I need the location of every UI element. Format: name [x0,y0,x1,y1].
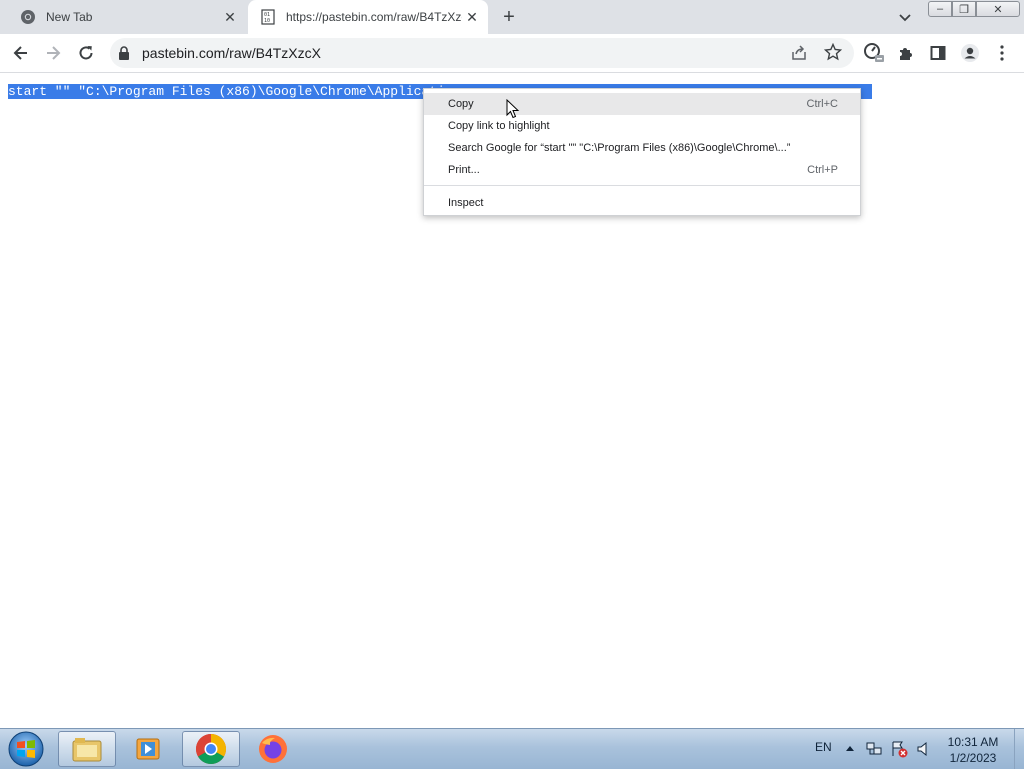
windows-start-icon[interactable] [6,730,46,768]
maximize-button[interactable]: ❐ [952,1,976,17]
network-icon[interactable] [866,741,882,757]
avatar-icon [961,44,979,62]
back-button[interactable] [9,41,33,65]
menu-item-print[interactable]: Print... Ctrl+P [424,159,860,181]
tab-close-button[interactable]: ✕ [462,7,482,27]
side-panel-button[interactable] [926,41,950,65]
menu-item-shortcut: Ctrl+P [807,164,838,176]
menu-item-label: Copy link to highlight [448,120,550,132]
context-menu: Copy Ctrl+C Copy link to highlight Searc… [423,88,861,216]
tab-pastebin[interactable]: 01 10 https://pastebin.com/raw/B4TzXzcX … [248,0,488,34]
system-clock[interactable]: 10:31 AM 1/2/2023 [936,734,1010,766]
chrome-icon [195,734,227,765]
speedometer-icon [864,43,884,62]
menu-separator [424,185,860,186]
action-center-icon[interactable] [890,740,908,758]
menu-item-label: Inspect [448,197,484,209]
menu-item-shortcut: Ctrl+C [806,98,838,110]
arrow-right-icon [47,46,61,60]
chevron-up-icon[interactable] [845,744,855,752]
tab-close-button[interactable]: ✕ [220,7,240,27]
tab-title: https://pastebin.com/raw/B4TzXzcX [286,10,462,24]
reload-icon [79,46,93,60]
clock-time: 10:31 AM [947,735,999,749]
taskbar-media-player[interactable] [120,731,178,767]
clock-date: 1/2/2023 [949,751,997,765]
chrome-icon [21,10,35,24]
lock-icon[interactable] [118,46,130,60]
close-window-button[interactable]: ✕ [976,1,1020,17]
url-text[interactable]: pastebin.com/raw/B4TzXzcX [142,45,321,61]
new-tab-button[interactable]: + [498,6,520,28]
firefox-icon [259,735,287,763]
menu-item-label: Copy [448,98,474,110]
taskbar-firefox[interactable] [244,731,302,767]
profile-button[interactable] [958,41,982,65]
address-bar[interactable]: pastebin.com/raw/B4TzXzcX [110,38,854,68]
star-icon[interactable] [824,43,842,61]
menu-item-search-google[interactable]: Search Google for “start "" "C:\Program … [424,137,860,159]
more-vertical-icon [1000,45,1004,61]
media-player-icon [136,738,160,760]
mouse-pointer-icon [506,99,520,119]
taskbar-explorer[interactable] [58,731,116,767]
menu-button[interactable] [990,41,1014,65]
raw-text-line[interactable]: start "" "C:\Program Files (x86)\Google\… [8,84,465,99]
tab-strip: New Tab ✕ 01 10 https://pastebin.com/raw… [0,0,1024,34]
tab-title: New Tab [46,10,93,24]
menu-item-copy-link-to-highlight[interactable]: Copy link to highlight [424,115,860,137]
folder-icon [72,738,102,762]
binary-document-icon: 01 10 [261,9,275,25]
volume-icon[interactable] [917,741,931,757]
reload-button[interactable] [74,41,98,65]
puzzle-icon [900,48,912,60]
menu-item-copy[interactable]: Copy Ctrl+C [424,93,860,115]
menu-item-label: Print... [448,164,480,176]
arrow-left-icon [13,46,27,60]
performance-extension-button[interactable] [862,41,886,65]
extensions-button[interactable] [894,41,918,65]
forward-button[interactable] [41,41,65,65]
menu-item-inspect[interactable]: Inspect [424,192,860,214]
share-icon[interactable] [790,44,808,62]
browser-toolbar: pastebin.com/raw/B4TzXzcX [0,34,1024,73]
taskbar-chrome[interactable] [182,731,240,767]
show-desktop-button[interactable] [1014,729,1024,769]
minimize-button[interactable]: – [928,1,952,17]
side-panel-icon [930,46,946,60]
tab-new-tab[interactable]: New Tab ✕ [8,0,246,34]
language-indicator[interactable]: EN [815,740,832,754]
chevron-down-icon[interactable] [896,8,914,26]
taskbar: EN 10:31 AM 1/2/2023 [0,728,1024,769]
menu-item-label: Search Google for “start "" "C:\Program … [448,142,791,154]
svg-text:10: 10 [264,18,270,24]
